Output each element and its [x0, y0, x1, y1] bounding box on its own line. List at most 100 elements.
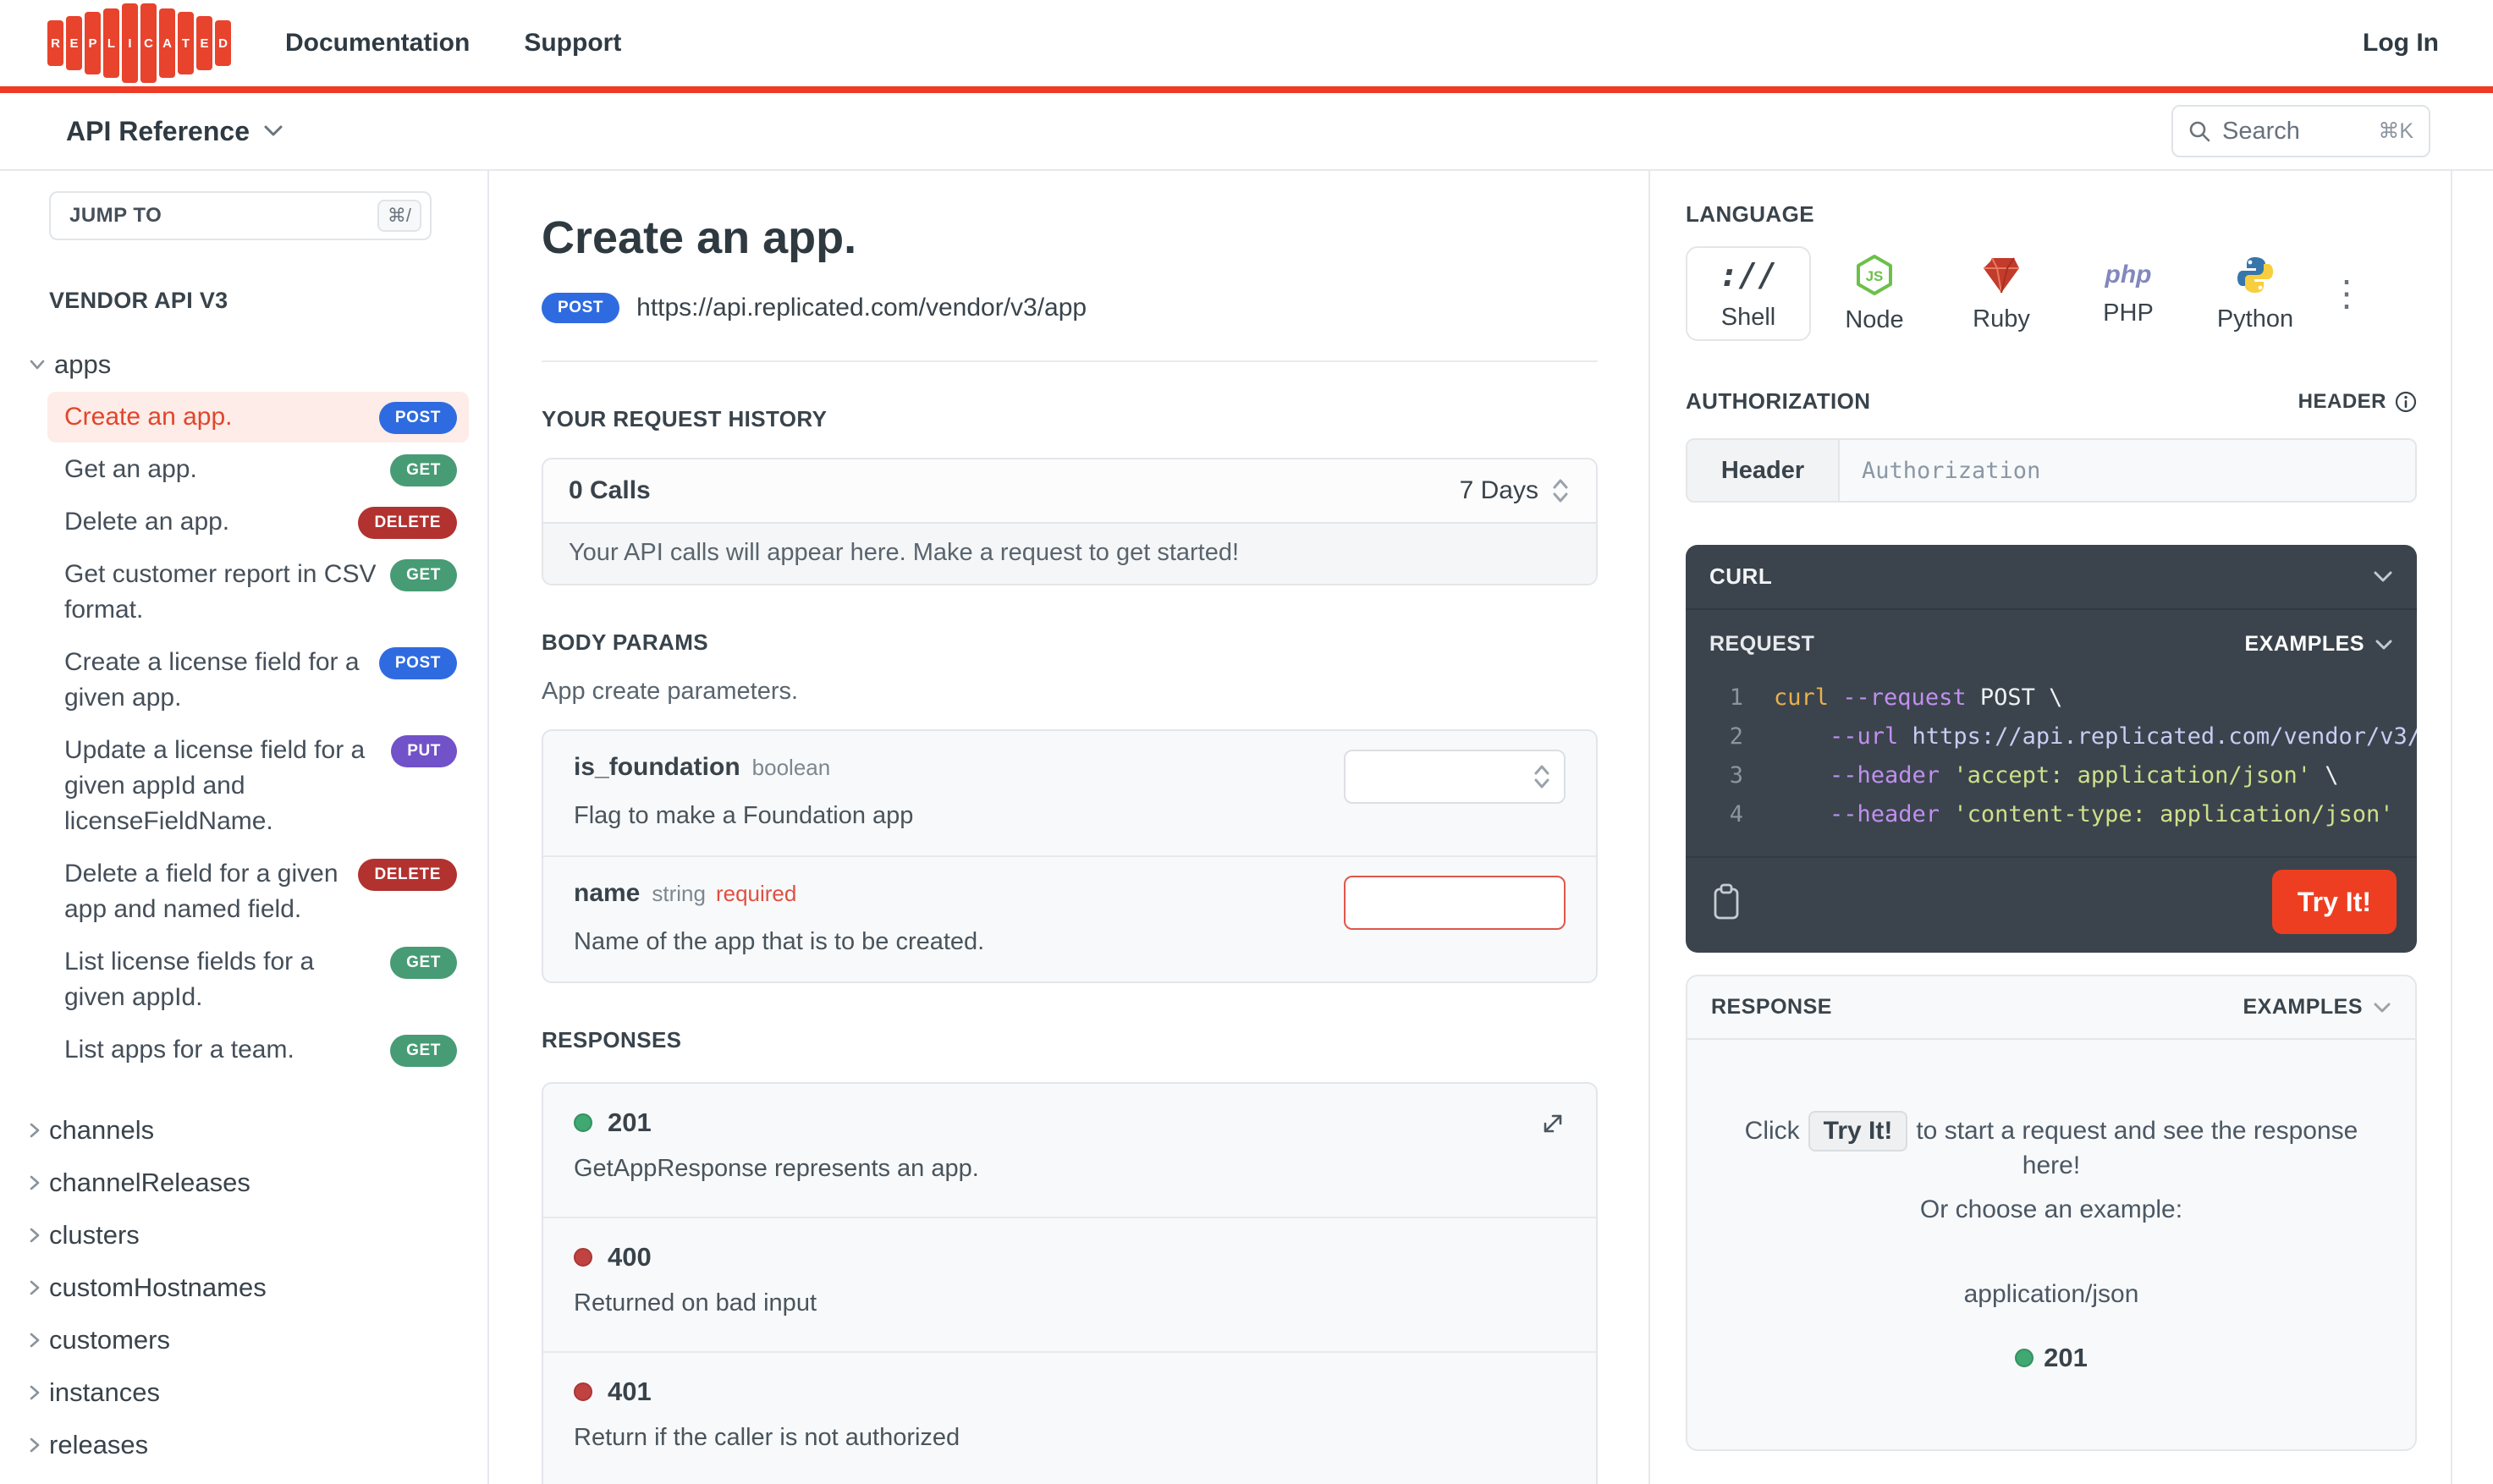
response-row-201[interactable]: 201 GetAppResponse represents an app. — [543, 1084, 1596, 1217]
sidebar-item-delete-field[interactable]: Delete a field for a given app and named… — [47, 849, 469, 935]
sidebar-item-create-an-app[interactable]: Create an app. POST — [47, 392, 469, 442]
param-row-name: name string required Name of the app tha… — [543, 855, 1596, 981]
curl-code-block[interactable]: 1 curl --request POST \ 2 --url https://ap… — [1686, 663, 2417, 856]
language-option-python[interactable]: Python — [2192, 246, 2319, 341]
response-panel-title: RESPONSE — [1711, 995, 1832, 1019]
sidebar-item-delete-an-app[interactable]: Delete an app. DELETE — [47, 497, 469, 547]
sidebar-item-update-license-field[interactable]: Update a license field for a given appId… — [47, 725, 469, 847]
logo-letter: E — [196, 16, 212, 70]
try-it-chip[interactable]: Try It! — [1808, 1111, 1908, 1151]
sidebar-section-title: VENDOR API V3 — [49, 288, 228, 313]
param-name: is_foundation — [574, 753, 740, 781]
responses-box: 201 GetAppResponse represents an app. 40… — [542, 1082, 1598, 1484]
method-badge: GET — [390, 947, 457, 979]
request-examples-dropdown[interactable]: EXAMPLES — [2244, 632, 2393, 657]
api-reference-page: R E P L I C A T E D Documentation Suppor… — [0, 0, 2493, 1484]
chevron-down-icon — [263, 124, 283, 138]
chevron-right-icon — [29, 1437, 41, 1454]
curl-panel: CURL REQUEST EXAMPLES 1 curl --request PO… — [1686, 545, 2417, 953]
nav-support[interactable]: Support — [524, 29, 621, 58]
sidebar-endpoint-list: Create an app. POST Get an app. GET Dele… — [47, 392, 469, 1075]
svg-text:JS: JS — [1866, 268, 1884, 284]
authorization-placeholder: Authorization — [1862, 457, 2041, 484]
nav-documentation[interactable]: Documentation — [285, 29, 470, 58]
sidebar-group-instances[interactable]: instances — [29, 1366, 487, 1419]
sidebar-item-get-an-app[interactable]: Get an app. GET — [47, 444, 469, 495]
try-it-panel: LANGUAGE :// Shell JS Node Ruby php PHP … — [1650, 171, 2452, 1484]
status-dot-error — [574, 1382, 592, 1401]
sidebar-item-list-apps[interactable]: List apps for a team. GET — [47, 1025, 469, 1075]
sidebar-item-create-license-field[interactable]: Create a license field for a given app. … — [47, 637, 469, 723]
page-title: Create an app. — [542, 212, 857, 263]
body-params-subtitle: App create parameters. — [542, 678, 799, 705]
try-it-button[interactable]: Try It! — [2271, 870, 2397, 934]
jump-to-input[interactable]: JUMP TO ⌘/ — [49, 191, 432, 240]
sidebar-group-releases[interactable]: releases — [29, 1419, 487, 1471]
language-label: PHP — [2103, 299, 2154, 327]
responses-heading: RESPONSES — [542, 1027, 682, 1053]
example-response-201[interactable]: 201 — [2015, 1343, 2088, 1373]
language-option-shell[interactable]: :// Shell — [1686, 246, 1811, 341]
sidebar-item-list-license-fields[interactable]: List license fields for a given appId. G… — [47, 937, 469, 1023]
authorization-input[interactable]: Authorization — [1840, 440, 2415, 501]
language-option-ruby[interactable]: Ruby — [1938, 246, 2065, 341]
api-reference-dropdown[interactable]: API Reference — [66, 116, 283, 147]
response-row-401[interactable]: 401 Return if the caller is not authoriz… — [543, 1351, 1596, 1484]
logo-letter: L — [103, 8, 119, 78]
replicated-logo[interactable]: R E P L I C A T E D — [47, 3, 231, 83]
sidebar-item-label: Create an app. — [64, 403, 233, 431]
logo-letter: I — [122, 3, 138, 83]
language-option-php[interactable]: php PHP — [2065, 246, 2192, 341]
line-number: 2 — [1729, 723, 1743, 750]
method-badge: PUT — [391, 735, 457, 767]
sidebar-group-apps[interactable]: apps — [29, 349, 487, 380]
history-range-select[interactable]: 7 Days — [1460, 476, 1571, 505]
curl-panel-title: CURL — [1709, 563, 1773, 589]
is-foundation-select[interactable] — [1344, 750, 1566, 804]
authorization-heading: AUTHORIZATION — [1686, 388, 1871, 414]
status-dot-success — [2015, 1349, 2034, 1367]
sidebar-group-externalregistries[interactable]: externalRegistries — [29, 1471, 487, 1484]
cta-text: to start a request and see the response … — [1916, 1117, 2358, 1179]
sidebar-group-label: channelReleases — [49, 1168, 250, 1197]
endpoint-url: https://api.replicated.com/vendor/v3/app — [636, 294, 1087, 322]
sidebar-group-customers[interactable]: customers — [29, 1314, 487, 1366]
language-option-node[interactable]: JS Node — [1811, 246, 1938, 341]
name-param-input[interactable] — [1344, 876, 1566, 930]
sidebar-group-customhostnames[interactable]: customHostnames — [29, 1261, 487, 1314]
example-content-type[interactable]: application/json — [1721, 1280, 2381, 1309]
sidebar-group-label: customers — [49, 1325, 170, 1355]
copy-clipboard-icon[interactable] — [1711, 882, 1742, 921]
method-badge: GET — [390, 559, 457, 591]
info-icon[interactable] — [2395, 391, 2417, 413]
response-examples-dropdown[interactable]: EXAMPLES — [2243, 995, 2391, 1020]
chevron-right-icon — [29, 1384, 41, 1401]
method-badge: POST — [542, 293, 620, 323]
logo-letter: T — [178, 12, 194, 74]
curl-panel-header[interactable]: CURL — [1686, 545, 2417, 610]
param-row-is-foundation: is_foundation boolean Flag to make a Fou… — [543, 731, 1596, 855]
sidebar-group-channelreleases[interactable]: channelReleases — [29, 1157, 487, 1209]
sidebar-item-get-customer-report[interactable]: Get customer report in CSV format. GET — [47, 549, 469, 635]
sidebar-group-channels[interactable]: channels — [29, 1104, 487, 1157]
request-label: REQUEST — [1709, 632, 1815, 656]
more-languages-kebab-icon[interactable]: ⋮ — [2329, 276, 2364, 311]
expand-icon[interactable] — [1538, 1109, 1567, 1138]
choose-example-line: Or choose an example: — [1919, 1195, 2183, 1223]
method-badge: DELETE — [358, 859, 457, 891]
search-input[interactable]: Search ⌘K — [2171, 105, 2430, 157]
chevron-right-icon — [29, 1122, 41, 1139]
response-row-400[interactable]: 400 Returned on bad input — [543, 1217, 1596, 1351]
log-in-link[interactable]: Log In — [2363, 29, 2439, 58]
line-number: 4 — [1729, 801, 1743, 827]
sidebar-item-label: List license fields for a given appId. — [64, 948, 315, 1011]
search-icon — [2187, 118, 2212, 144]
status-dot-success — [574, 1113, 592, 1132]
code-line: 2 --url https://api.replicated.com/vendor… — [1706, 717, 2417, 756]
top-nav-links: Documentation Support — [285, 29, 621, 58]
sidebar-group-label: instances — [49, 1377, 160, 1407]
sidebar-group-clusters[interactable]: clusters — [29, 1209, 487, 1261]
response-panel-body: Click Try It! to start a request and see t… — [1687, 1040, 2415, 1449]
examples-label: EXAMPLES — [2243, 995, 2363, 1019]
authorization-field-label: Header — [1687, 440, 1840, 501]
